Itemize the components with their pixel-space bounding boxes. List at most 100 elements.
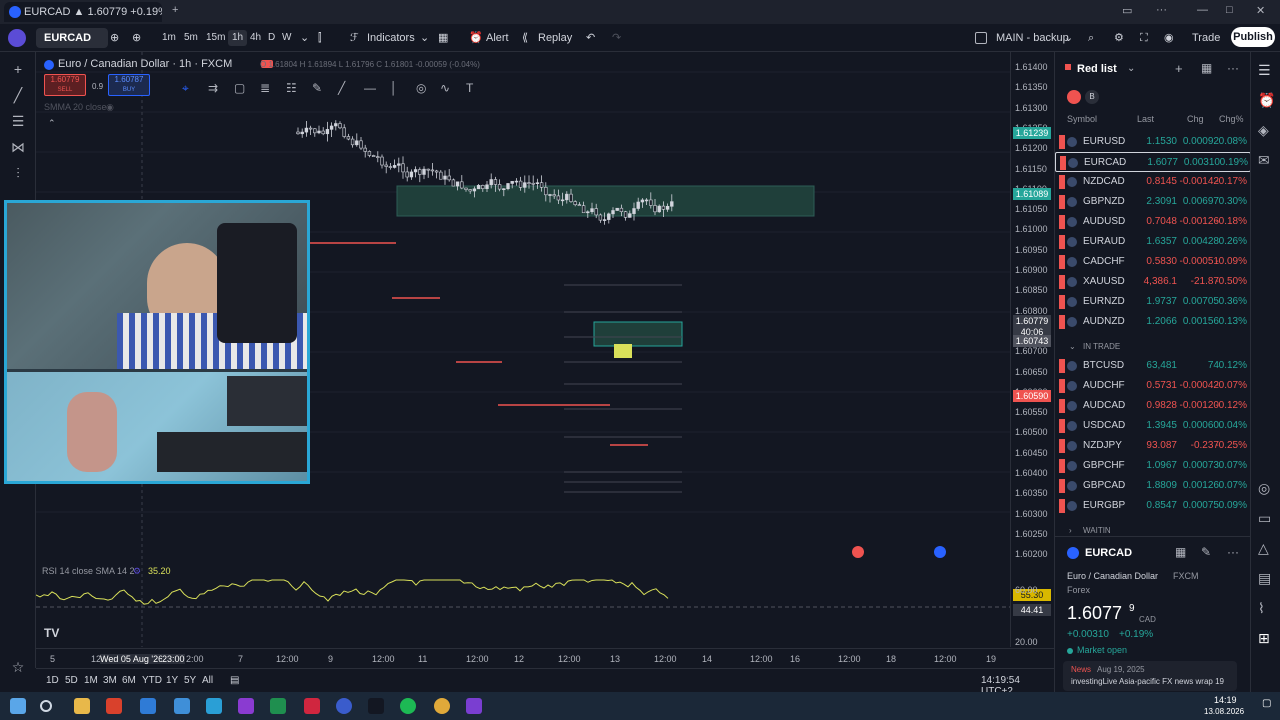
section-in-trade[interactable]: IN TRADE (1083, 342, 1120, 351)
app-icon[interactable] (106, 698, 122, 714)
watchlist-icon[interactable]: ☰ (1258, 62, 1271, 79)
candle-type-icon[interactable]: ⫿ (318, 30, 322, 46)
excel-icon[interactable] (270, 698, 286, 714)
cast-icon[interactable]: ▭ (1122, 4, 1132, 17)
more-icon[interactable]: ··· (1227, 61, 1239, 75)
compare-icon[interactable]: ⊕ (132, 30, 141, 46)
chevron-down-icon[interactable]: ⌄ (1127, 63, 1135, 74)
add-symbol-icon[interactable]: + (1175, 61, 1183, 76)
pulse-icon[interactable]: ⌇ (1258, 600, 1265, 617)
watchlist-row[interactable]: AUDUSD 0.7048 -0.00126 -0.18% (1055, 212, 1251, 232)
time-axis[interactable]: 5 12 Wed 05 Aug '26 23:00 2:00 7 12:00 9 12:00 11… (36, 648, 1054, 668)
horizontal-line-icon[interactable]: — (364, 81, 376, 95)
browser-tab[interactable]: EURCAD ▲ 1.60779 +0.19% / M... (4, 2, 162, 22)
maximize-icon[interactable]: □ (1226, 4, 1233, 16)
calendar-icon[interactable]: ▤ (1258, 570, 1271, 587)
rectangle-tool-icon[interactable]: ▢ (234, 81, 245, 95)
taskbar-time[interactable]: 14:19 (1214, 695, 1237, 705)
projection-icon[interactable]: ⫶ (9, 164, 27, 182)
watchlist-row[interactable]: XAUUSD 4,386.1 -21.87 -0.50% (1055, 272, 1251, 292)
watchlist-row[interactable]: AUDNZD 1.2066 0.00156 0.13% (1055, 312, 1251, 332)
layout-name[interactable]: MAIN - backup (996, 30, 1069, 46)
file-explorer-icon[interactable] (74, 698, 90, 714)
timeframe-1m[interactable]: 1m (158, 30, 180, 46)
alert-button[interactable]: Alert (486, 30, 509, 46)
circle-tool-icon[interactable]: ◎ (416, 81, 426, 95)
price-axis[interactable]: 1.614001.613501.613001.612501.612001.611… (1010, 52, 1054, 647)
text-tool-icon[interactable]: T (466, 81, 473, 95)
replay-button[interactable]: Replay (538, 30, 572, 46)
replay-icon[interactable]: ⟪ (522, 30, 528, 46)
undo-icon[interactable]: ↶ (586, 30, 595, 46)
fib-retracement-icon[interactable]: ≣ (260, 81, 270, 95)
redo-icon[interactable]: ↷ (612, 30, 621, 46)
watchlist-row[interactable]: GBPNZD 2.3091 0.00697 0.30% (1055, 192, 1251, 212)
range-ytd[interactable]: YTD (142, 675, 162, 686)
add-symbol-icon[interactable]: ⊕ (110, 30, 119, 46)
search-icon[interactable] (40, 700, 52, 712)
details-symbol[interactable]: EURCAD (1085, 547, 1132, 559)
col-chg[interactable]: Chg (1187, 114, 1204, 124)
chat-icon[interactable]: ✉ (1258, 152, 1270, 169)
calendar-icon[interactable]: ▤ (230, 675, 239, 686)
layers-icon[interactable]: ◈ (1258, 122, 1269, 139)
table-view-icon[interactable]: ▦ (1201, 61, 1212, 75)
chevron-down-icon[interactable]: ⌄ (300, 30, 309, 46)
notifications-icon[interactable]: ▢ (1262, 698, 1271, 709)
more-icon[interactable]: ··· (1156, 4, 1167, 16)
tradingview-icon[interactable] (368, 698, 384, 714)
grid-icon[interactable]: ▦ (1175, 545, 1186, 559)
range-5y[interactable]: 5Y (184, 675, 196, 686)
range-6m[interactable]: 6M (122, 675, 136, 686)
windows-start-icon[interactable] (10, 698, 26, 714)
search-icon[interactable]: ⌕ (1088, 30, 1094, 46)
app-icon[interactable] (174, 698, 190, 714)
chevron-down-icon[interactable]: ⌄ (420, 30, 429, 46)
watchlist-row[interactable]: CADCHF 0.5830 -0.00051 -0.09% (1055, 252, 1251, 272)
watchlist-row[interactable]: EURCAD 1.6077 0.00310 0.19% (1055, 152, 1251, 172)
timeframe-4h[interactable]: 4h (246, 30, 265, 46)
app-icon[interactable] (140, 698, 156, 714)
chevron-down-icon[interactable]: ⌄ (1064, 30, 1073, 46)
smma-label[interactable]: SMMA 20 close (44, 102, 107, 112)
col-chgp[interactable]: Chg% (1219, 114, 1244, 124)
spotify-icon[interactable] (400, 698, 416, 714)
notes-icon[interactable]: ▭ (1258, 510, 1271, 527)
range-all[interactable]: All (202, 675, 213, 686)
publish-button[interactable]: Publish (1231, 27, 1275, 47)
range-3m[interactable]: 3M (103, 675, 117, 686)
trendline-icon[interactable]: ╱ (9, 86, 27, 104)
watchlist-row[interactable]: EURNZD 1.9737 0.00705 0.36% (1055, 292, 1251, 312)
app-icon[interactable] (336, 698, 352, 714)
timeframe-5m[interactable]: 5m (180, 30, 202, 46)
path-tool-icon[interactable]: ∿ (440, 81, 450, 95)
watchlist-row[interactable]: EURUSD 1.1530 0.00092 0.08% (1055, 132, 1251, 152)
news-card[interactable]: News Aug 19, 2025 investingLive Asia-pac… (1063, 661, 1237, 691)
watchlist-row[interactable]: NZDCAD 0.8145 -0.00142 -0.17% (1055, 172, 1251, 192)
cursor-tool-icon[interactable]: ⌖ (182, 81, 189, 96)
watchlist-row[interactable]: EURAUD 1.6357 0.00428 0.26% (1055, 232, 1251, 252)
pattern-icon[interactable]: ⋈ (9, 138, 27, 156)
section-waitin[interactable]: WAITIN (1083, 526, 1111, 535)
rsi-settings-icon[interactable]: ⚙ (133, 566, 141, 577)
watchlist-row[interactable]: GBPCAD 1.8809 0.00126 0.07% (1055, 476, 1251, 496)
buy-button[interactable]: 1.60787 BUY (108, 74, 150, 96)
alert-icon[interactable]: ⏰ (469, 30, 483, 46)
position-tool-icon[interactable]: ⇉ (208, 81, 218, 95)
alerts-icon[interactable]: ⏰ (1258, 92, 1275, 109)
red-filter-icon[interactable] (1067, 90, 1081, 104)
fullscreen-icon[interactable]: ⛶ (1140, 30, 1148, 46)
event-marker-icon[interactable] (852, 546, 864, 558)
collapse-icon[interactable]: ⌃ (48, 118, 56, 129)
col-symbol[interactable]: Symbol (1067, 114, 1097, 124)
app-icon[interactable] (304, 698, 320, 714)
range-1d[interactable]: 1D (46, 675, 59, 686)
watchlist-row[interactable]: USDCAD 1.3945 0.00060 0.04% (1055, 416, 1251, 436)
indicators-icon[interactable]: ℱ (350, 30, 359, 46)
section-collapse-icon[interactable]: ⌄ (1069, 342, 1076, 351)
watchlist-row[interactable]: NZDJPY 93.087 -0.237 -0.25% (1055, 436, 1251, 456)
indicators-button[interactable]: Indicators (367, 30, 415, 46)
watchlist-row[interactable]: BTCUSD 63,481 74 0.12% (1055, 356, 1251, 376)
symbol-search-button[interactable]: EURCAD (36, 28, 108, 48)
ray-icon[interactable]: ╱ (338, 81, 345, 95)
